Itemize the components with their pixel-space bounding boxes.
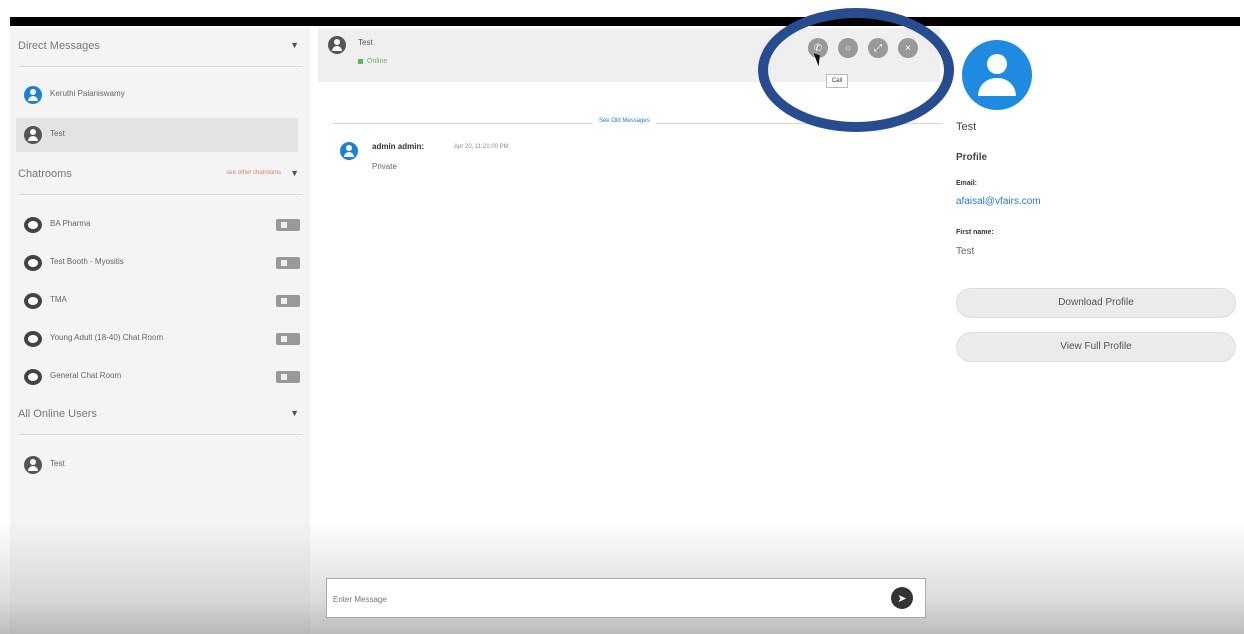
chatroom-item[interactable]: General Chat Room (16, 360, 306, 394)
download-profile-button[interactable]: Download Profile (956, 288, 1236, 318)
profile-name: Test (956, 121, 977, 133)
profile-avatar (962, 40, 1032, 110)
user-avatar-icon (24, 126, 42, 144)
join-room-icon[interactable] (276, 371, 300, 383)
black-strip (10, 17, 1240, 26)
chevron-down-icon[interactable]: ▼ (290, 40, 299, 50)
chat-room-icon (24, 255, 42, 271)
dm-item-selected[interactable]: Test (16, 118, 298, 152)
join-room-icon[interactable] (276, 333, 300, 345)
chatroom-item[interactable]: BA Pharma (16, 208, 306, 242)
direct-messages-label: Direct Messages (18, 40, 100, 52)
join-room-icon[interactable] (276, 257, 300, 269)
online-users-label: All Online Users (18, 408, 97, 420)
chat-room-icon (24, 293, 42, 309)
chatroom-name: BA Pharma (50, 219, 91, 228)
online-user-name: Test (50, 459, 65, 468)
dm-item-name: Test (50, 129, 65, 138)
message-author: admin admin: (372, 142, 425, 151)
top-bar (0, 0, 1244, 26)
email-value[interactable]: afaisal@vfairs.com (956, 196, 1041, 207)
direct-messages-header[interactable]: Direct Messages ▼ (18, 36, 303, 58)
online-dot-icon (358, 58, 363, 64)
chat-title: Test (358, 38, 373, 47)
view-full-profile-button[interactable]: View Full Profile (956, 332, 1236, 362)
chatrooms-label: Chatrooms (18, 168, 72, 180)
profile-heading: Profile (956, 152, 988, 163)
user-avatar-icon (24, 456, 42, 474)
divider (18, 194, 303, 195)
first-name-label: First name: (956, 229, 994, 236)
chatroom-item[interactable]: Test Booth - Myositis (16, 246, 306, 280)
message-body: Private (372, 162, 397, 171)
join-room-icon[interactable] (276, 295, 300, 307)
message-time: Apr 20, 11:21:00 PM (454, 144, 509, 150)
sidebar: Direct Messages ▼ Keruthi Palaniswamy Te… (10, 28, 310, 634)
first-name-value: Test (956, 246, 975, 257)
see-other-chatrooms-link[interactable]: see other chatrooms (226, 170, 281, 176)
send-icon[interactable]: ➤ (891, 587, 913, 609)
email-label: Email: (956, 180, 978, 187)
user-avatar-icon (24, 86, 42, 104)
divider (18, 66, 303, 67)
dm-item-name: Keruthi Palaniswamy (50, 89, 125, 98)
divider (18, 434, 303, 435)
chat-room-icon (24, 331, 42, 347)
chatroom-name: General Chat Room (50, 371, 122, 380)
online-user-item[interactable]: Test (16, 448, 298, 482)
chatroom-item[interactable]: TMA (16, 284, 306, 318)
see-old-messages-link[interactable]: See Old Messages (593, 118, 656, 124)
chatroom-name: Test Booth - Myositis (50, 257, 124, 266)
user-avatar-icon (340, 142, 358, 160)
chat-status: Online (358, 58, 387, 65)
highlight-ellipse (758, 8, 954, 132)
chatroom-name: Young Adult (18-40) Chat Room (50, 333, 164, 342)
message-input-box: ➤ (326, 578, 926, 618)
user-avatar-icon (328, 36, 346, 54)
status-text: Online (367, 58, 388, 65)
chatrooms-header[interactable]: Chatrooms see other chatrooms ▼ (18, 164, 303, 186)
chatroom-item[interactable]: Young Adult (18-40) Chat Room (16, 322, 306, 356)
chat-room-icon (24, 217, 42, 233)
online-users-header[interactable]: All Online Users ▼ (18, 404, 303, 426)
chat-room-icon (24, 369, 42, 385)
message-input[interactable] (333, 591, 873, 607)
chat-message: admin admin: Apr 20, 11:21:00 PM Private (336, 138, 936, 178)
join-room-icon[interactable] (276, 219, 300, 231)
chatroom-name: TMA (50, 295, 67, 304)
dm-item[interactable]: Keruthi Palaniswamy (16, 78, 298, 112)
chevron-down-icon[interactable]: ▼ (290, 408, 299, 418)
chevron-down-icon[interactable]: ▼ (290, 168, 299, 178)
